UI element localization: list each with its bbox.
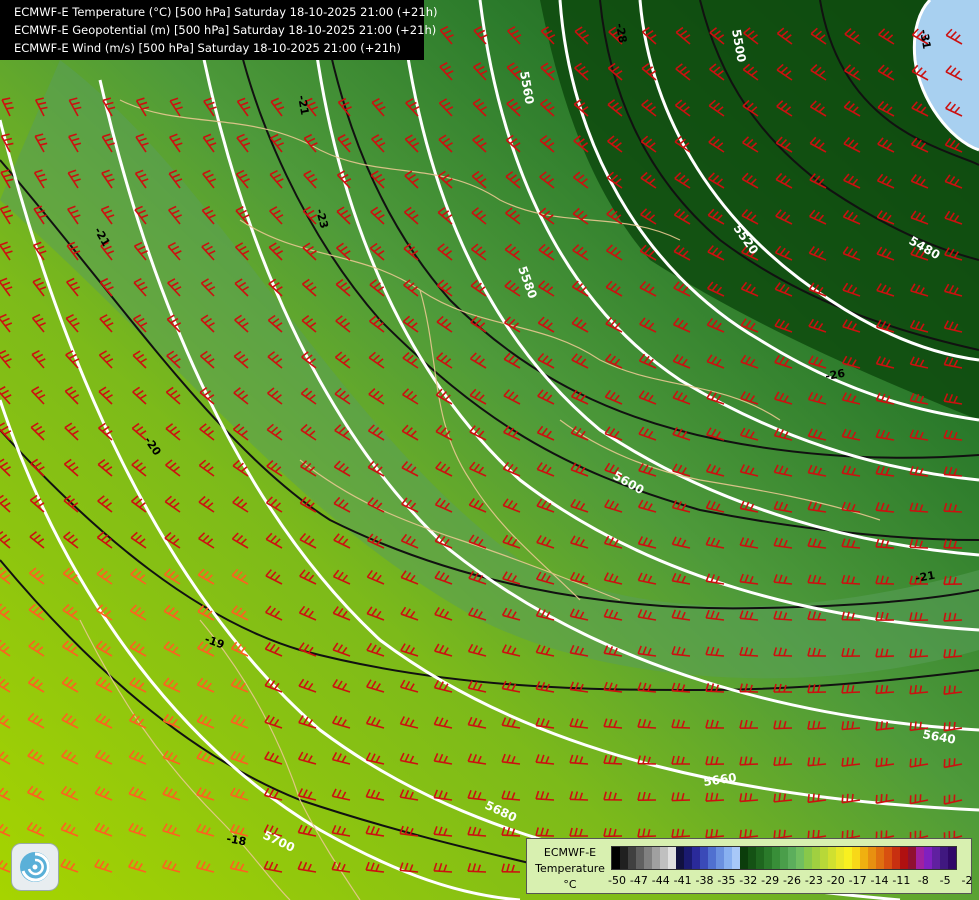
legend-color-swatch [820, 847, 828, 869]
legend-color-swatch [868, 847, 876, 869]
legend-color-swatch [844, 847, 852, 869]
legend-color-swatch [636, 847, 644, 869]
legend-color-swatch [908, 847, 916, 869]
legend-color-swatch [612, 847, 620, 869]
legend-color-swatch [788, 847, 796, 869]
legend-color-swatch [620, 847, 628, 869]
legend-color-swatch [764, 847, 772, 869]
legend-tick-label: -8 [917, 874, 929, 887]
legend-colorbar [611, 846, 957, 870]
legend-tick-label: -14 [870, 874, 889, 887]
legend-tick-label: -50 [608, 874, 626, 887]
legend-color-swatch [884, 847, 892, 869]
legend-color-swatch [700, 847, 708, 869]
legend-color-swatch [692, 847, 700, 869]
legend-color-swatch [668, 847, 676, 869]
legend-tick-label: -11 [892, 874, 911, 887]
legend-color-swatch [716, 847, 724, 869]
legend-color-swatch [852, 847, 860, 869]
legend-color-swatch [932, 847, 940, 869]
legend-color-swatch [780, 847, 788, 869]
map-header: ECMWF-E Temperature (°C) [500 hPa] Satur… [0, 0, 438, 60]
legend-tick-label: -26 [783, 874, 801, 887]
legend-color-swatch [940, 847, 948, 869]
legend-color-swatch [660, 847, 668, 869]
legend-tick-label: -2 [961, 874, 973, 887]
legend-color-swatch [628, 847, 636, 869]
legend-color-swatch [876, 847, 884, 869]
legend-color-swatch [916, 847, 924, 869]
legend-color-swatch [948, 847, 956, 869]
map-canvas: 5500 5560 5520 5580 5480 5600 5640 5660 … [0, 0, 979, 900]
legend-tick-label: -23 [804, 874, 823, 887]
legend-tick-label: -41 [673, 874, 692, 887]
legend-color-swatch [828, 847, 836, 869]
legend-color-swatch [652, 847, 660, 869]
legend-color-swatch [676, 847, 684, 869]
legend-color-swatch [684, 847, 692, 869]
legend-color-swatch [836, 847, 844, 869]
legend-color-swatch [644, 847, 652, 869]
legend-color-swatch [772, 847, 780, 869]
legend-color-swatch [900, 847, 908, 869]
ecmwf-logo [11, 843, 59, 891]
legend-color-swatch [796, 847, 804, 869]
legend-ticks: -50 -47 -44 -41 -38 -35 -32 -29 -26 -23 -20 -17 -14-… [608, 874, 973, 890]
header-geopotential-line: ECMWF-E Geopotential (m) [500 hPa] Satur… [14, 23, 437, 37]
legend-color-swatch [708, 847, 716, 869]
header-temperature-line: ECMWF-E Temperature (°C) [500 hPa] Satur… [14, 5, 438, 19]
legend-color-swatch [804, 847, 812, 869]
legend-color-swatch [748, 847, 756, 869]
temperature-legend: ECMWF-E Temperature °C -50 -47 -44 -41 -38 -3… [526, 838, 972, 894]
legend-color-swatch [756, 847, 764, 869]
legend-tick-label: -35 [717, 874, 736, 887]
legend-tick-label: -47 [629, 874, 648, 887]
legend-color-swatch [924, 847, 932, 869]
header-wind-line: ECMWF-E Wind (m/s) [500 hPa] Saturday 18… [14, 41, 401, 55]
legend-color-swatch [892, 847, 900, 869]
legend-tick-label: -29 [761, 874, 780, 887]
legend-color-swatch [732, 847, 740, 869]
weather-map: 5500 5560 5520 5580 5480 5600 5640 5660 … [0, 0, 979, 900]
legend-unit: °C [563, 878, 577, 891]
legend-tick-label: -44 [651, 874, 670, 887]
legend-title-line1: ECMWF-E [543, 846, 597, 859]
legend-tick-label: -17 [848, 874, 867, 887]
legend-color-swatch [812, 847, 820, 869]
swirl-icon [20, 852, 50, 882]
legend-title-line2: Temperature [535, 862, 605, 875]
legend-tick-label: -5 [939, 874, 951, 887]
legend-title: ECMWF-E Temperature °C [531, 845, 609, 893]
legend-tick-label: -20 [826, 874, 845, 887]
legend-color-swatch [860, 847, 868, 869]
legend-color-swatch [724, 847, 732, 869]
legend-tick-label: -32 [739, 874, 758, 887]
legend-color-swatch [740, 847, 748, 869]
legend-tick-label: -38 [695, 874, 714, 887]
